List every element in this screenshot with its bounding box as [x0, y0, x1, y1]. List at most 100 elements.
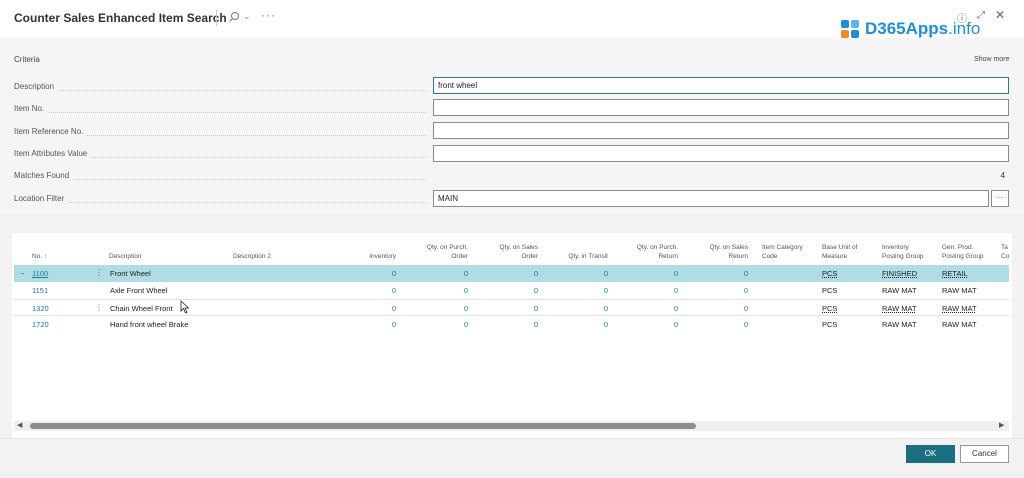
gen-prod-posting-group-value[interactable]: RAW MAT: [942, 304, 977, 313]
table-row[interactable]: 1720 Hand front wheel Brake 0 0 0 0 0 0 …: [14, 316, 1009, 333]
gen-prod-posting-group-value[interactable]: RETAIL: [942, 269, 968, 278]
qty-on-purch-order-value[interactable]: 0: [428, 269, 468, 278]
column-header-qty-on-purch-return[interactable]: Qty. on Purch. Return: [618, 243, 678, 261]
column-header-description-2[interactable]: Description 2: [233, 252, 271, 261]
item-description: Axle Front Wheel: [110, 286, 168, 295]
item-no-link[interactable]: 1151: [32, 286, 48, 295]
gen-prod-posting-group-value[interactable]: RAW MAT: [942, 320, 977, 329]
close-icon[interactable]: ✕: [995, 8, 1005, 22]
current-row-arrow-icon: →: [18, 268, 26, 277]
info-icon[interactable]: ⓘ: [957, 10, 967, 25]
page-title: Counter Sales Enhanced Item Search: [14, 11, 227, 25]
column-header-line: Item Category: [762, 244, 803, 251]
column-header-qty-on-purch-order[interactable]: Qty. on Purch. Order: [408, 243, 468, 261]
inventory-posting-group-value[interactable]: RAW MAT: [882, 320, 917, 329]
more-options-button[interactable]: ···: [261, 8, 276, 22]
qty-on-sales-order-value[interactable]: 0: [498, 320, 538, 329]
base-uom-value[interactable]: PCS: [822, 320, 837, 329]
qty-on-sales-return-value[interactable]: 0: [708, 320, 748, 329]
field-leader: [14, 202, 426, 203]
column-header-line: Qty. on Sales: [499, 244, 538, 251]
cancel-button[interactable]: Cancel: [960, 445, 1009, 463]
qty-on-purch-order-value[interactable]: 0: [428, 286, 468, 295]
expand-icon[interactable]: ⤢: [977, 10, 985, 21]
qty-on-sales-order-value[interactable]: 0: [498, 304, 538, 313]
column-header-line: Qty. on Purch.: [636, 244, 678, 251]
inventory-posting-group-value[interactable]: RAW MAT: [882, 304, 917, 313]
item-no-input[interactable]: [433, 99, 1009, 116]
row-actions-icon[interactable]: ⋮: [95, 268, 103, 277]
location-lookup-button[interactable]: ···: [991, 190, 1009, 207]
inventory-posting-group-value[interactable]: RAW MAT: [882, 286, 917, 295]
column-header-base-unit-of-measure[interactable]: Base Unit of Measure: [822, 243, 857, 261]
column-header-inventory[interactable]: Inventory: [346, 252, 396, 261]
column-header-qty-on-sales-order[interactable]: Qty. on Sales Order: [478, 243, 538, 261]
item-no-link[interactable]: 1100: [32, 269, 48, 278]
scroll-right-icon[interactable]: ▶: [999, 421, 1004, 429]
column-header-line: Co: [1001, 253, 1010, 260]
description-label: Description: [14, 82, 59, 91]
qty-on-purch-return-value[interactable]: 0: [638, 304, 678, 313]
show-more-link[interactable]: Show more: [974, 56, 1009, 63]
base-uom-value[interactable]: PCS: [822, 286, 837, 295]
inventory-value[interactable]: 0: [356, 286, 396, 295]
qty-on-purch-order-value[interactable]: 0: [428, 304, 468, 313]
column-header-no[interactable]: No. ↑: [32, 252, 47, 261]
description-input[interactable]: front wheel: [433, 77, 1009, 94]
qty-in-transit-value[interactable]: 0: [568, 320, 608, 329]
ok-button[interactable]: OK: [906, 445, 955, 463]
column-header-line: Qty. on Purch.: [426, 244, 468, 251]
results-grid: [12, 233, 1012, 438]
d365apps-logo-icon: [841, 20, 859, 38]
column-header-line: Order: [521, 253, 538, 260]
qty-in-transit-value[interactable]: 0: [568, 304, 608, 313]
qty-on-sales-order-value[interactable]: 0: [498, 286, 538, 295]
qty-on-purch-order-value[interactable]: 0: [428, 320, 468, 329]
qty-on-purch-return-value[interactable]: 0: [638, 269, 678, 278]
scroll-left-icon[interactable]: ◀: [17, 421, 22, 429]
field-leader: [14, 179, 426, 180]
item-reference-no-label: Item Reference No.: [14, 127, 88, 136]
inventory-value[interactable]: 0: [356, 304, 396, 313]
qty-on-purch-return-value[interactable]: 0: [638, 286, 678, 295]
inventory-value[interactable]: 0: [356, 269, 396, 278]
column-header-tax[interactable]: Ta Co: [1001, 243, 1009, 261]
qty-on-purch-return-value[interactable]: 0: [638, 320, 678, 329]
qty-in-transit-value[interactable]: 0: [568, 286, 608, 295]
item-no-label: Item No.: [14, 104, 49, 113]
search-chevron-down-icon[interactable]: ⌄: [243, 11, 251, 22]
table-row[interactable]: → 1100 ⋮ Front Wheel 0 0 0 0 0 0 PCS FIN…: [14, 265, 1009, 282]
inventory-posting-group-value[interactable]: FINISHED: [882, 269, 917, 278]
column-header-qty-on-sales-return[interactable]: Qty. on Sales Return: [688, 243, 748, 261]
item-reference-no-input[interactable]: [433, 122, 1009, 139]
qty-on-sales-order-value[interactable]: 0: [498, 269, 538, 278]
gen-prod-posting-group-value[interactable]: RAW MAT: [942, 286, 977, 295]
column-header-line: Inventory: [882, 244, 909, 251]
mouse-pointer-icon: [180, 300, 190, 314]
column-header-gen-prod-posting-group[interactable]: Gen. Prod. Posting Group: [942, 243, 984, 261]
item-no-link[interactable]: 1720: [32, 320, 49, 329]
base-uom-value[interactable]: PCS: [822, 269, 837, 278]
base-uom-value[interactable]: PCS: [822, 304, 837, 313]
item-description: Front Wheel: [110, 269, 151, 278]
qty-on-sales-return-value[interactable]: 0: [708, 286, 748, 295]
location-filter-input[interactable]: MAIN: [433, 190, 989, 207]
column-header-description[interactable]: Description: [109, 252, 142, 261]
table-row[interactable]: 1320 ⋮ Chain Wheel Front 0 0 0 0 0 0 PCS…: [14, 299, 1009, 316]
logo-brand: D365Apps: [865, 19, 949, 38]
column-header-line: Posting Group: [942, 253, 984, 260]
item-no-link[interactable]: 1320: [32, 304, 49, 313]
column-header-item-category-code[interactable]: Item Category Code: [762, 243, 803, 261]
item-attributes-value-input[interactable]: [433, 145, 1009, 162]
table-row[interactable]: 1151 Axle Front Wheel 0 0 0 0 0 0 PCS RA…: [14, 282, 1009, 299]
column-header-qty-in-transit[interactable]: Qty. in Transit: [548, 252, 608, 261]
criteria-heading: Criteria: [14, 55, 40, 64]
qty-on-sales-return-value[interactable]: 0: [708, 269, 748, 278]
search-icon[interactable]: [228, 11, 240, 23]
row-actions-icon[interactable]: ⋮: [95, 303, 103, 312]
qty-on-sales-return-value[interactable]: 0: [708, 304, 748, 313]
column-header-inventory-posting-group[interactable]: Inventory Posting Group: [882, 243, 924, 261]
scrollbar-thumb[interactable]: [30, 423, 696, 429]
qty-in-transit-value[interactable]: 0: [568, 269, 608, 278]
inventory-value[interactable]: 0: [356, 320, 396, 329]
